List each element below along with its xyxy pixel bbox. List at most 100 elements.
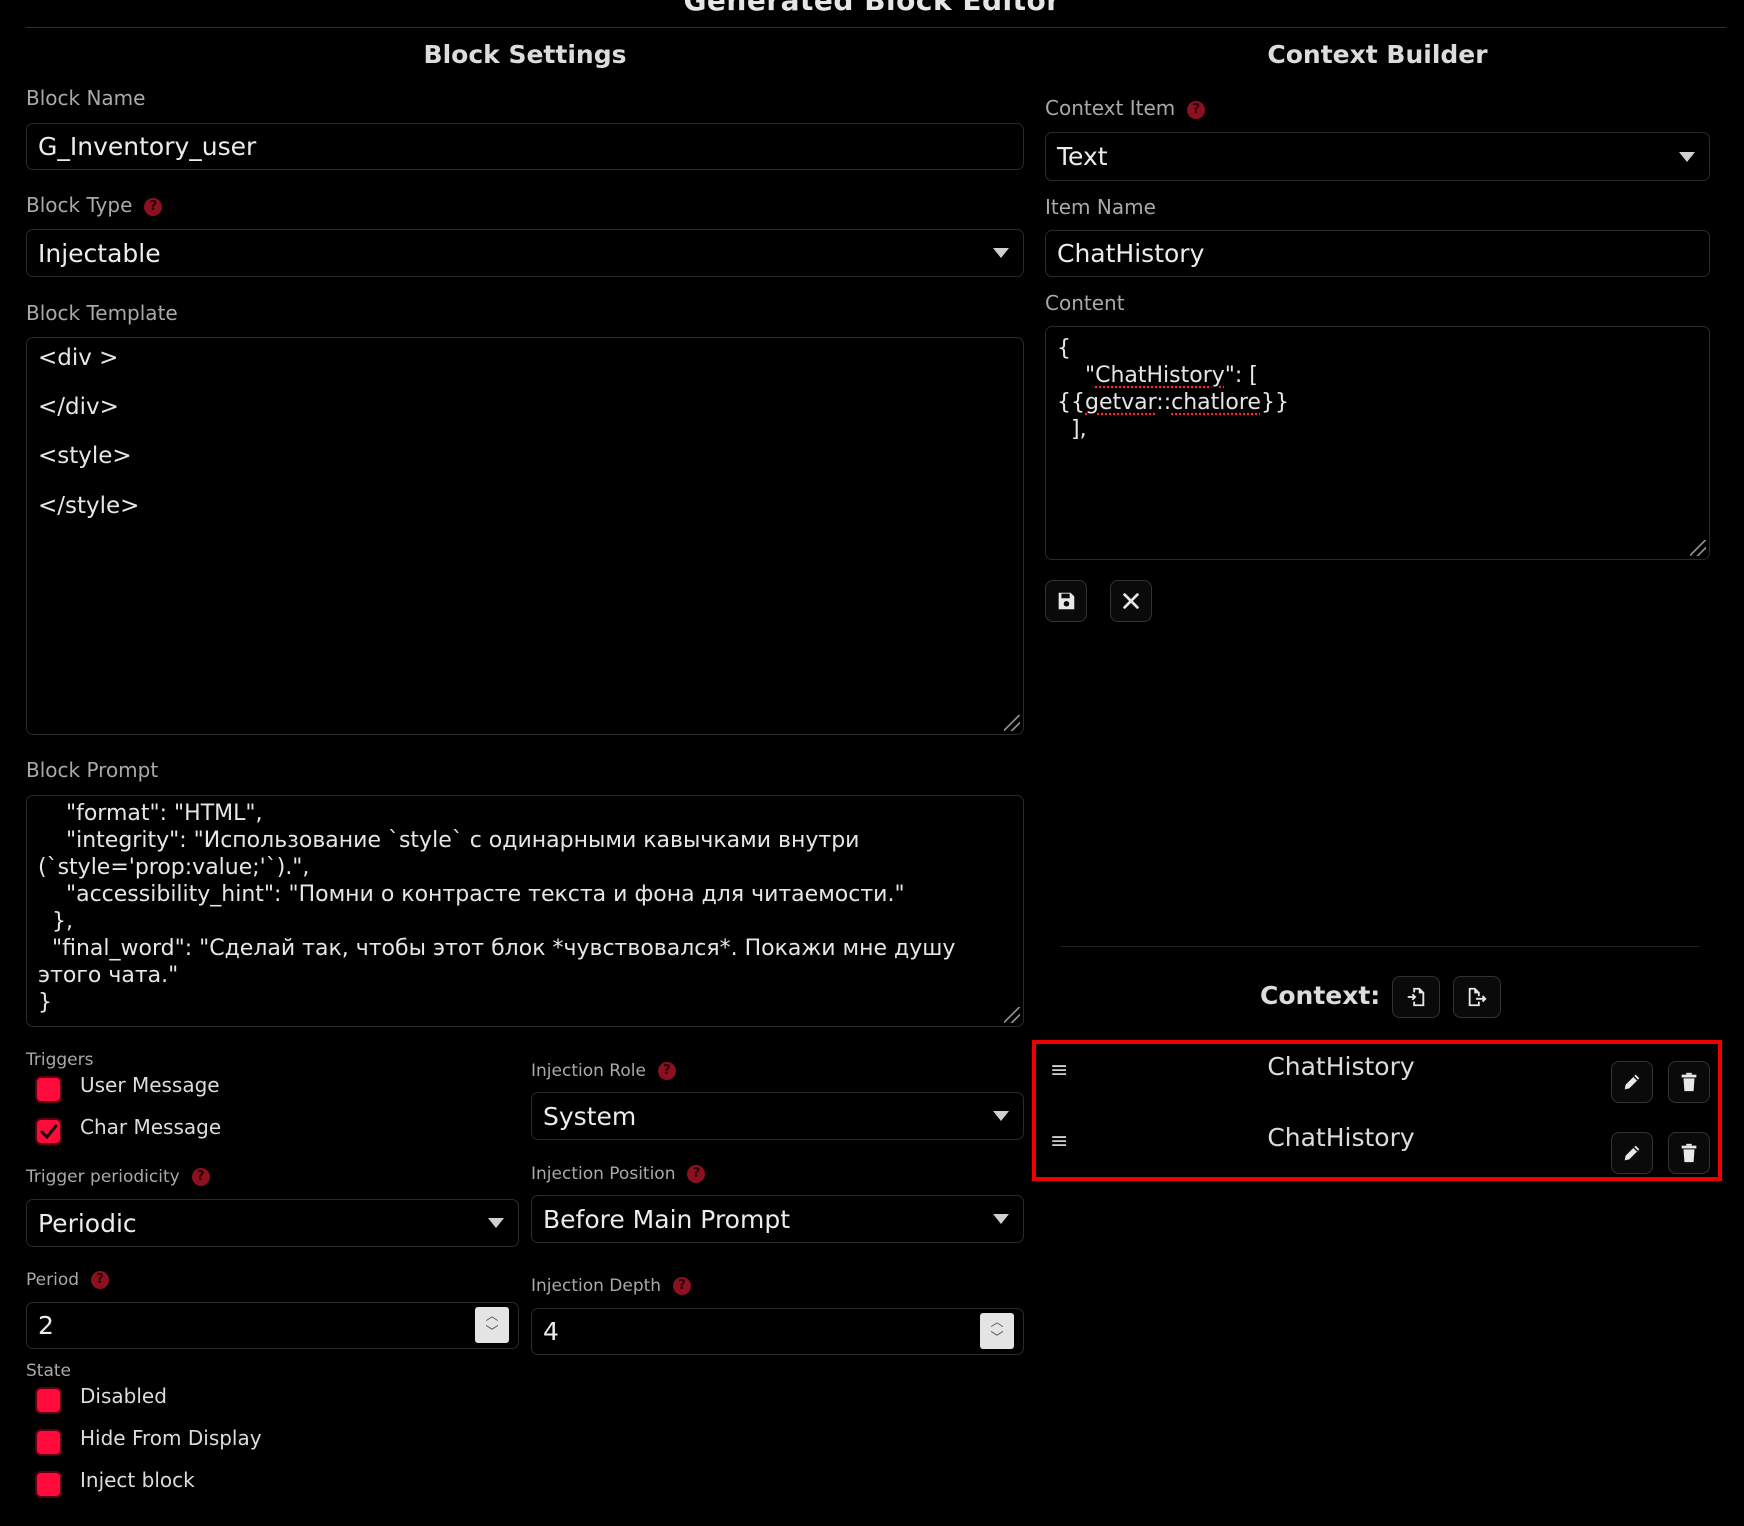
period-label: Period? <box>26 1270 110 1290</box>
injection-role-label-text: Injection Role <box>531 1061 646 1081</box>
state-label: State <box>26 1361 71 1381</box>
block-prompt-value: "format": "HTML", "integrity": "Использо… <box>38 801 956 1015</box>
export-icon <box>1468 987 1487 1007</box>
injection-depth-label-text: Injection Depth <box>531 1276 662 1296</box>
help-icon[interactable]: ? <box>687 1165 706 1183</box>
help-icon[interactable]: ? <box>91 1271 110 1289</box>
injection-position-label: Injection Position? <box>531 1164 706 1184</box>
context-item-select[interactable]: Text <box>1045 132 1710 181</box>
context-items-list: ≡ ChatHistory ≡ ChatHistory <box>1032 1040 1722 1181</box>
block-template-label: Block Template <box>26 301 178 325</box>
content-line-2-post: ": [ <box>1224 363 1258 388</box>
block-type-select[interactable]: Injectable <box>26 229 1024 277</box>
resize-handle-icon[interactable] <box>1004 715 1020 731</box>
cancel-button[interactable] <box>1110 580 1152 622</box>
dropdown-caret-icon <box>1679 151 1695 162</box>
import-context-button[interactable] <box>1392 976 1440 1018</box>
delete-icon <box>1681 1072 1697 1092</box>
delete-item-button[interactable] <box>1668 1061 1710 1103</box>
close-icon <box>1123 593 1139 609</box>
char-message-checkbox[interactable] <box>35 1118 62 1145</box>
export-context-button[interactable] <box>1453 976 1501 1018</box>
injection-position-select[interactable]: Before Main Prompt <box>531 1195 1024 1243</box>
edit-icon <box>1624 1145 1640 1161</box>
save-button[interactable] <box>1045 580 1087 622</box>
help-icon[interactable]: ? <box>191 1168 210 1186</box>
injection-role-value: System <box>543 1101 637 1131</box>
injection-depth-number-input[interactable]: 4 ︿ ﹀ <box>531 1308 1024 1355</box>
content-line-3-a: getvar <box>1085 390 1157 415</box>
user-message-checkbox[interactable] <box>35 1076 62 1103</box>
resize-handle-icon[interactable] <box>1004 1007 1020 1023</box>
block-settings-title: Block Settings <box>423 40 627 69</box>
context-item-label: Context Item? <box>1045 96 1206 120</box>
triggers-label: Triggers <box>26 1050 94 1070</box>
content-line-3-mid: :: <box>1156 390 1172 415</box>
edit-item-button[interactable] <box>1611 1061 1653 1103</box>
help-icon[interactable]: ? <box>144 197 163 216</box>
block-type-label-text: Block Type <box>26 193 133 217</box>
stepper-down-icon[interactable]: ﹀ <box>485 1326 498 1339</box>
content-line-3-post: }} <box>1260 390 1289 415</box>
hide-from-display-checkbox[interactable] <box>35 1429 62 1456</box>
resize-handle-icon[interactable] <box>1690 540 1706 556</box>
trigger-periodicity-select[interactable]: Periodic <box>26 1199 519 1247</box>
injection-role-label: Injection Role? <box>531 1061 676 1081</box>
disabled-label: Disabled <box>80 1384 167 1408</box>
stepper-down-icon[interactable]: ﹀ <box>990 1332 1003 1345</box>
content-textarea[interactable]: { "ChatHistory": [ {{getvar::chatlore}} … <box>1045 326 1710 560</box>
context-item-name: ChatHistory <box>1267 1052 1415 1081</box>
context-divider <box>1060 946 1700 947</box>
injection-role-select[interactable]: System <box>531 1092 1024 1140</box>
edit-item-button[interactable] <box>1611 1132 1653 1174</box>
help-icon[interactable]: ? <box>657 1062 676 1080</box>
checkmark-icon <box>40 1124 57 1139</box>
stepper-up-icon[interactable]: ︿ <box>990 1316 1003 1329</box>
block-prompt-label: Block Prompt <box>26 758 159 782</box>
injection-depth-stepper[interactable]: ︿ ﹀ <box>980 1313 1014 1349</box>
delete-item-button[interactable] <box>1668 1132 1710 1174</box>
block-template-value: <div > </div> <style> </style> <box>38 345 140 519</box>
char-message-label: Char Message <box>80 1115 222 1139</box>
block-prompt-textarea[interactable]: "format": "HTML", "integrity": "Использо… <box>26 795 1024 1027</box>
period-label-text: Period <box>26 1270 80 1290</box>
block-name-label: Block Name <box>26 86 146 110</box>
item-name-value: ChatHistory <box>1057 239 1205 268</box>
injection-position-value: Before Main Prompt <box>543 1204 790 1234</box>
period-stepper[interactable]: ︿ ﹀ <box>475 1307 509 1343</box>
content-line-3-pre: {{ <box>1057 390 1085 415</box>
help-icon[interactable]: ? <box>1187 100 1206 119</box>
edit-icon <box>1624 1074 1640 1090</box>
content-line-2-word: ChatHistory <box>1095 363 1225 388</box>
block-type-value: Injectable <box>38 238 161 268</box>
app-title: Generated Block Editor <box>683 0 1061 17</box>
block-template-textarea[interactable]: <div > </div> <style> </style> <box>26 337 1024 735</box>
context-item-name: ChatHistory <box>1267 1123 1415 1152</box>
hide-from-display-label: Hide From Display <box>80 1426 262 1450</box>
stepper-up-icon[interactable]: ︿ <box>485 1310 498 1323</box>
block-type-label: Block Type? <box>26 193 163 217</box>
help-icon[interactable]: ? <box>673 1277 692 1295</box>
period-number-input[interactable]: 2 ︿ ﹀ <box>26 1302 519 1349</box>
content-line-2-pre: " <box>1057 363 1096 388</box>
context-builder-title: Context Builder <box>1267 40 1488 69</box>
item-name-input[interactable]: ChatHistory <box>1045 230 1710 277</box>
block-name-value: G_Inventory_user <box>38 132 257 161</box>
save-icon <box>1058 592 1075 610</box>
dropdown-caret-icon <box>993 1214 1009 1224</box>
import-icon <box>1407 987 1425 1007</box>
dropdown-caret-icon <box>488 1218 504 1228</box>
block-name-input[interactable]: G_Inventory_user <box>26 123 1024 170</box>
period-value: 2 <box>38 1311 54 1340</box>
trigger-periodicity-value: Periodic <box>38 1208 137 1238</box>
dropdown-caret-icon <box>993 248 1009 258</box>
context-item-value: Text <box>1057 142 1108 171</box>
injection-depth-value: 4 <box>543 1317 559 1346</box>
disabled-checkbox[interactable] <box>35 1387 62 1414</box>
inject-block-checkbox[interactable] <box>35 1471 62 1498</box>
trigger-periodicity-label-text: Trigger periodicity <box>26 1167 180 1187</box>
content-line-3-b: chatlore <box>1171 390 1261 415</box>
context-label: Context: <box>1260 981 1381 1010</box>
delete-icon <box>1681 1143 1697 1163</box>
content-line-3: {{getvar::chatlore}} <box>1057 389 1698 416</box>
